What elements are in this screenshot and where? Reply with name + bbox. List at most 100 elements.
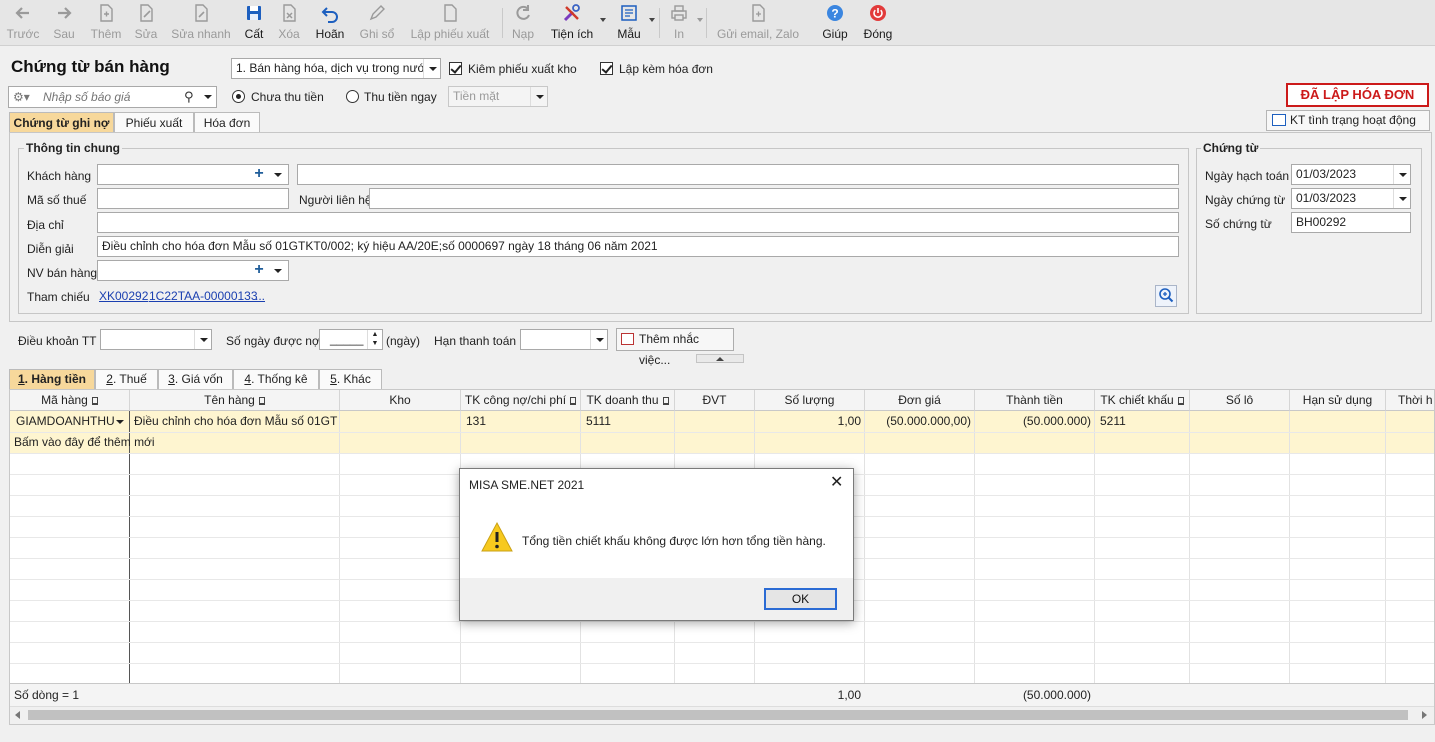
pin-icon[interactable] <box>1177 396 1184 405</box>
add-customer-icon[interactable]: + <box>250 165 268 184</box>
tab-cost-price[interactable]: 3. Giá vốn <box>158 369 233 389</box>
posting-date-input[interactable]: 01/03/2023 <box>1291 164 1411 185</box>
tax-code-input[interactable] <box>97 188 289 209</box>
reload-button[interactable]: Nạp <box>508 0 538 46</box>
chevron-down-icon[interactable] <box>274 269 282 273</box>
tab-goods-money[interactable]: 1. Hàng tiền <box>9 369 95 389</box>
search-icon[interactable]: ⚲ <box>184 89 194 105</box>
gear-icon[interactable]: ⚙▾ <box>13 90 30 104</box>
column-header[interactable]: Số lô <box>1190 390 1290 411</box>
invoice-checkbox[interactable] <box>600 62 613 75</box>
ok-button[interactable]: OK <box>764 588 837 610</box>
prev-button[interactable]: Trước <box>6 0 40 46</box>
chevron-down-icon[interactable] <box>116 420 124 424</box>
row-discount-account[interactable]: 5211 <box>1100 411 1186 431</box>
post-button[interactable]: Ghi sổ <box>358 0 396 46</box>
chevron-down-icon[interactable] <box>274 173 282 177</box>
reference-more-link[interactable]: ... <box>255 289 265 303</box>
pin-icon[interactable] <box>570 396 577 405</box>
horizontal-scrollbar[interactable] <box>10 706 1434 724</box>
edit-button[interactable]: Sửa <box>132 0 160 46</box>
due-date-input[interactable] <box>520 329 608 350</box>
add-row-hint[interactable]: Bấm vào đây để thêm mới <box>14 432 214 452</box>
row-unit-price[interactable]: (50.000.000,00) <box>868 411 971 431</box>
kt-status-button[interactable]: KT tình trạng hoạt động DN <box>1266 110 1430 146</box>
tab-debit-voucher[interactable]: Chứng từ ghi nợ <box>9 112 114 133</box>
template-button[interactable]: Mẫu <box>612 0 646 46</box>
quote-search-input[interactable] <box>43 88 183 106</box>
voucher-no-input[interactable]: BH00292 <box>1291 212 1411 233</box>
contact-input[interactable] <box>369 188 1179 209</box>
row-revenue-account[interactable]: 5111 <box>586 411 672 431</box>
help-button[interactable]: ? Giúp <box>818 0 852 46</box>
chevron-down-icon[interactable] <box>590 330 607 349</box>
chevron-down-icon[interactable] <box>204 95 212 99</box>
chevron-down-icon[interactable] <box>530 87 547 106</box>
column-header[interactable]: TK chiết khấu <box>1095 390 1190 411</box>
tab-other[interactable]: 5. Khác <box>319 369 382 389</box>
collapse-handle[interactable] <box>696 354 744 363</box>
spinner-icon[interactable]: ▲ ▼ <box>367 330 382 349</box>
customer-name-input[interactable] <box>297 164 1179 185</box>
column-header[interactable]: Thời h <box>1386 390 1434 411</box>
tab-tax[interactable]: 2. Thuế <box>95 369 158 389</box>
column-header[interactable]: Hạn sử dụng <box>1290 390 1386 411</box>
next-button[interactable]: Sau <box>48 0 80 46</box>
column-header[interactable]: Tên hàng <box>130 390 340 411</box>
chevron-down-icon[interactable] <box>1393 165 1410 184</box>
salesperson-input[interactable]: + <box>97 260 289 281</box>
row-quantity[interactable]: 1,00 <box>758 411 861 431</box>
column-header[interactable]: ĐVT <box>675 390 755 411</box>
utilities-button[interactable]: Tiện ích <box>548 0 596 46</box>
utilities-caret-icon[interactable] <box>600 18 606 22</box>
chevron-down-icon[interactable] <box>423 59 440 78</box>
column-header[interactable]: Đơn giá <box>865 390 975 411</box>
print-caret-icon[interactable] <box>697 18 703 22</box>
credit-days-input[interactable]: _____ ▲ ▼ <box>319 329 383 350</box>
tab-statistics[interactable]: 4. Thống kê <box>233 369 319 389</box>
column-header[interactable]: Mã hàng <box>10 390 130 411</box>
payment-terms-select[interactable] <box>100 329 212 350</box>
address-input[interactable] <box>97 212 1179 233</box>
undo-button[interactable]: Hoãn <box>312 0 348 46</box>
close-button[interactable]: Đóng <box>860 0 896 46</box>
unpaid-radio[interactable] <box>232 90 245 103</box>
zoom-button[interactable] <box>1155 285 1177 307</box>
pin-icon[interactable] <box>91 396 98 405</box>
delete-button[interactable]: Xóa <box>274 0 304 46</box>
pin-icon[interactable] <box>662 396 669 405</box>
paid-radio[interactable] <box>346 90 359 103</box>
reference-link-invoice[interactable]: 1C22TAA-00000133 <box>149 289 258 303</box>
description-input[interactable]: Điều chỉnh cho hóa đơn Mẫu số 01GTKT0/00… <box>97 236 1179 257</box>
voucher-type-select[interactable]: 1. Bán hàng hóa, dịch vụ trong nước <box>231 58 441 79</box>
row-item-code[interactable]: GIAMDOANHTHU <box>16 411 126 431</box>
pin-icon[interactable] <box>258 396 265 405</box>
save-button[interactable]: Cất <box>240 0 268 46</box>
add-reminder-button[interactable]: Thêm nhắc việc... <box>616 328 734 367</box>
row-item-name[interactable]: Điều chỉnh cho hóa đơn Mẫu số 01GTK <box>134 411 338 431</box>
row-amount[interactable]: (50.000.000) <box>978 411 1091 431</box>
column-header[interactable]: Số lượng <box>755 390 865 411</box>
chevron-down-icon[interactable] <box>194 330 211 349</box>
send-email-button[interactable]: Gửi email, Zalo <box>712 0 804 46</box>
quick-edit-button[interactable]: Sửa nhanh <box>170 0 232 46</box>
column-header[interactable]: TK công nợ/chi phí <box>461 390 581 411</box>
column-header[interactable]: Kho <box>340 390 461 411</box>
row-debit-account[interactable]: 131 <box>466 411 576 431</box>
scrollbar-thumb[interactable] <box>28 710 1408 720</box>
tab-invoice[interactable]: Hóa đơn <box>194 112 260 133</box>
chevron-down-icon[interactable] <box>1393 189 1410 208</box>
add-button[interactable]: Thêm <box>88 0 124 46</box>
tab-stock-slip[interactable]: Phiếu xuất <box>114 112 194 133</box>
add-salesperson-icon[interactable]: + <box>250 261 268 280</box>
template-caret-icon[interactable] <box>649 18 655 22</box>
add-row[interactable] <box>10 432 1434 453</box>
scroll-left-icon[interactable] <box>15 711 20 719</box>
reference-link-stock[interactable]: XK00292 <box>99 289 148 303</box>
print-button[interactable]: In <box>664 0 694 46</box>
column-header[interactable]: TK doanh thu <box>581 390 675 411</box>
column-header[interactable]: Thành tiền <box>975 390 1095 411</box>
scroll-right-icon[interactable] <box>1422 711 1427 719</box>
customer-code-input[interactable]: + <box>97 164 289 185</box>
close-icon[interactable]: ✕ <box>830 475 843 491</box>
